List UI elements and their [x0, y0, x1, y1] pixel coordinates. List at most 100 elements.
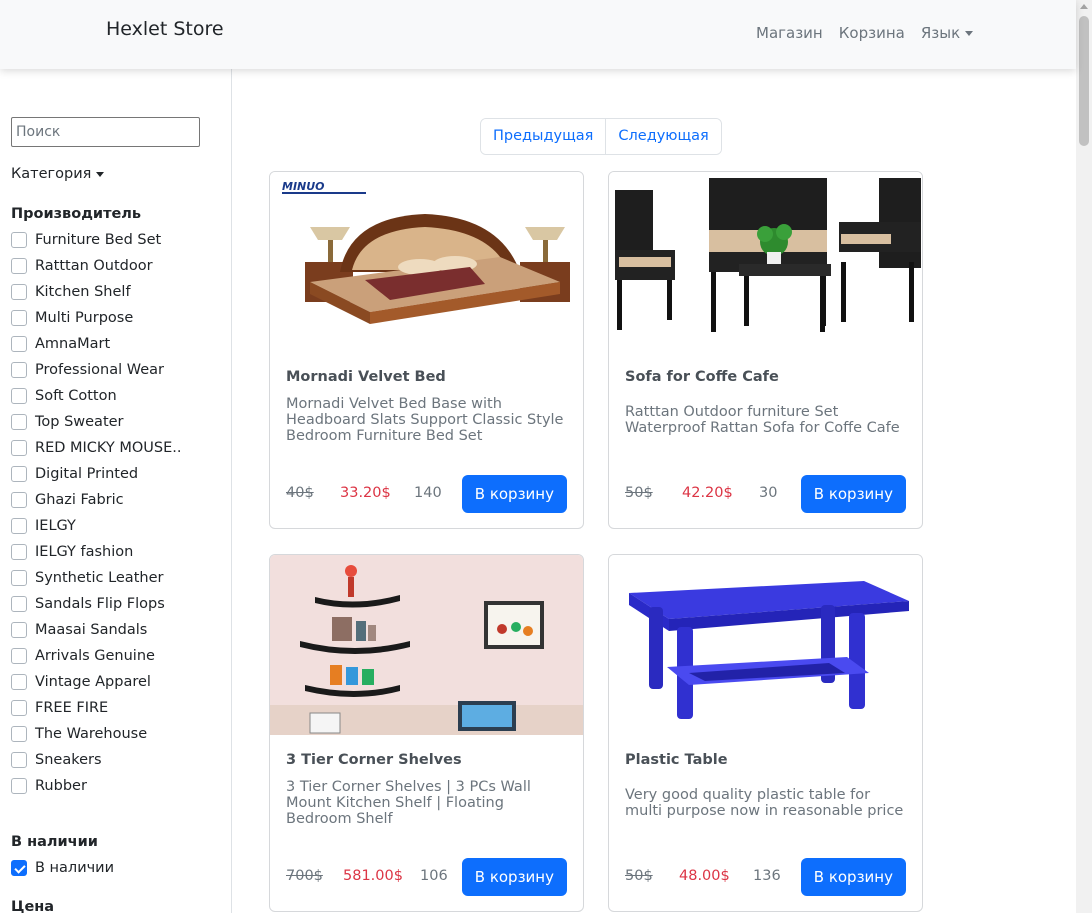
checkbox-icon[interactable] [11, 466, 27, 482]
manufacturer-checkbox-row[interactable]: Ghazi Fabric [11, 487, 182, 513]
manufacturer-label: Top Sweater [35, 414, 124, 430]
manufacturer-checkbox-row[interactable]: Digital Printed [11, 461, 182, 487]
brand-logo[interactable]: Hexlet Store [106, 18, 224, 40]
product-title[interactable]: 3 Tier Corner Shelves [286, 752, 462, 768]
manufacturer-label: Kitchen Shelf [35, 284, 131, 300]
product-image[interactable] [609, 555, 922, 735]
checkbox-icon[interactable] [11, 258, 27, 274]
in-stock-label: В наличии [35, 860, 115, 876]
add-to-cart-button[interactable]: В корзину [461, 475, 567, 513]
checkbox-icon[interactable] [11, 362, 27, 378]
in-stock-checkbox[interactable]: В наличии [11, 855, 114, 881]
manufacturer-label: Digital Printed [35, 466, 139, 482]
manufacturer-checkbox-row[interactable]: Synthetic Leather [11, 565, 182, 591]
product-description: Ratttan Outdoor furniture Set Waterproof… [625, 404, 900, 436]
checkbox-icon[interactable] [11, 726, 27, 742]
manufacturer-checkbox-row[interactable]: IELGY fashion [11, 539, 182, 565]
product-description: Very good quality plastic table for mult… [625, 787, 904, 819]
manufacturer-label: AmnaMart [35, 336, 111, 352]
product-title[interactable]: Mornadi Velvet Bed [286, 369, 446, 385]
stock-title: В наличии [11, 834, 98, 850]
sale-price: 42.20$ [682, 485, 733, 501]
page-scrollbar[interactable] [1076, 0, 1092, 913]
stock-count: 140 [414, 485, 442, 501]
manufacturer-checkbox-row[interactable]: Maasai Sandals [11, 617, 182, 643]
chevron-down-icon [96, 171, 105, 177]
product-image[interactable] [609, 172, 922, 352]
next-page-button[interactable]: Следующая [605, 119, 721, 154]
sale-price: 33.20$ [340, 485, 391, 501]
checkbox-icon[interactable] [11, 414, 27, 430]
manufacturer-checkbox-row[interactable]: AmnaMart [11, 331, 182, 357]
sale-price: 581.00$ [343, 868, 403, 884]
search-input[interactable] [11, 117, 200, 147]
product-description: 3 Tier Corner Shelves | 3 PCs Wall Mount… [286, 779, 531, 827]
checkbox-icon[interactable] [11, 544, 27, 560]
manufacturer-checkbox-row[interactable]: RED MICKY MOUSE.. [11, 435, 182, 461]
checkbox-icon[interactable] [11, 778, 27, 794]
manufacturer-checkbox-row[interactable]: Top Sweater [11, 409, 182, 435]
product-image[interactable]: MINUO [270, 172, 583, 352]
manufacturer-checkbox-row[interactable]: IELGY [11, 513, 182, 539]
plastic-table-image [609, 555, 922, 735]
scroll-thumb[interactable] [1079, 16, 1089, 146]
old-price: 700$ [286, 868, 323, 884]
add-to-cart-button[interactable]: В корзину [800, 475, 906, 513]
checkbox-icon[interactable] [11, 752, 27, 768]
old-price: 50$ [625, 868, 653, 884]
manufacturer-checkbox-row[interactable]: Sandals Flip Flops [11, 591, 182, 617]
category-dropdown[interactable]: Категория [11, 166, 105, 182]
checkbox-icon[interactable] [11, 232, 27, 248]
checkbox-icon[interactable] [11, 440, 27, 456]
checkbox-icon[interactable] [11, 492, 27, 508]
corner-shelves-image [270, 555, 583, 735]
nav-link-shop[interactable]: Магазин [756, 24, 823, 42]
nav-link-cart[interactable]: Корзина [839, 24, 905, 42]
checkbox-icon[interactable] [11, 570, 27, 586]
product-card: MINUO Mornadi Velvet Bed Mornadi Velvet … [269, 171, 584, 529]
manufacturer-checkbox-row[interactable]: Professional Wear [11, 357, 182, 383]
manufacturer-checkbox-row[interactable]: Furniture Bed Set [11, 227, 182, 253]
checkbox-icon[interactable] [11, 284, 27, 300]
manufacturer-checkbox-row[interactable]: Vintage Apparel [11, 669, 182, 695]
manufacturer-checkbox-row[interactable]: Soft Cotton [11, 383, 182, 409]
language-label: Язык [920, 24, 961, 42]
product-title[interactable]: Plastic Table [625, 752, 728, 768]
brand-logo-text: MINUO [282, 180, 325, 193]
checkbox-icon[interactable] [11, 700, 27, 716]
checkbox-icon[interactable] [11, 310, 27, 326]
manufacturer-checkbox-row[interactable]: Arrivals Genuine [11, 643, 182, 669]
checkbox-icon[interactable] [11, 674, 27, 690]
manufacturer-label: Soft Cotton [35, 388, 117, 404]
add-to-cart-button[interactable]: В корзину [800, 858, 906, 896]
manufacturer-checkbox-row[interactable]: Rubber [11, 773, 182, 799]
manufacturer-checkbox-row[interactable]: Sneakers [11, 747, 182, 773]
manufacturer-label: Rubber [35, 778, 87, 794]
manufacturer-title: Производитель [11, 206, 142, 222]
manufacturer-checkbox-row[interactable]: Ratttan Outdoor [11, 253, 182, 279]
manufacturer-checkbox-row[interactable]: Kitchen Shelf [11, 279, 182, 305]
product-description: Mornadi Velvet Bed Base with Headboard S… [286, 396, 564, 444]
checkbox-icon[interactable] [11, 648, 27, 664]
manufacturer-checkbox-row[interactable]: FREE FIRE [11, 695, 182, 721]
stock-count: 30 [759, 485, 778, 501]
prev-page-button[interactable]: Предыдущая [481, 119, 606, 154]
checkbox-icon[interactable] [11, 622, 27, 638]
checkbox-icon[interactable] [11, 596, 27, 612]
checkbox-checked-icon[interactable] [11, 860, 27, 876]
category-label: Категория [11, 166, 92, 182]
scroll-up-icon[interactable] [1080, 4, 1088, 9]
product-card: Plastic Table Very good quality plastic … [608, 554, 923, 912]
checkbox-icon[interactable] [11, 518, 27, 534]
checkbox-icon[interactable] [11, 336, 27, 352]
old-price: 50$ [625, 485, 653, 501]
product-image[interactable] [270, 555, 583, 735]
manufacturer-label: Arrivals Genuine [35, 648, 155, 664]
manufacturer-checkbox-row[interactable]: The Warehouse [11, 721, 182, 747]
language-dropdown[interactable]: Язык [920, 24, 974, 42]
manufacturer-checkbox-row[interactable]: Multi Purpose [11, 305, 182, 331]
product-title[interactable]: Sofa for Coffe Cafe [625, 369, 779, 385]
checkbox-icon[interactable] [11, 388, 27, 404]
add-to-cart-button[interactable]: В корзину [461, 858, 567, 896]
pagination: Предыдущая Следующая [480, 118, 722, 155]
